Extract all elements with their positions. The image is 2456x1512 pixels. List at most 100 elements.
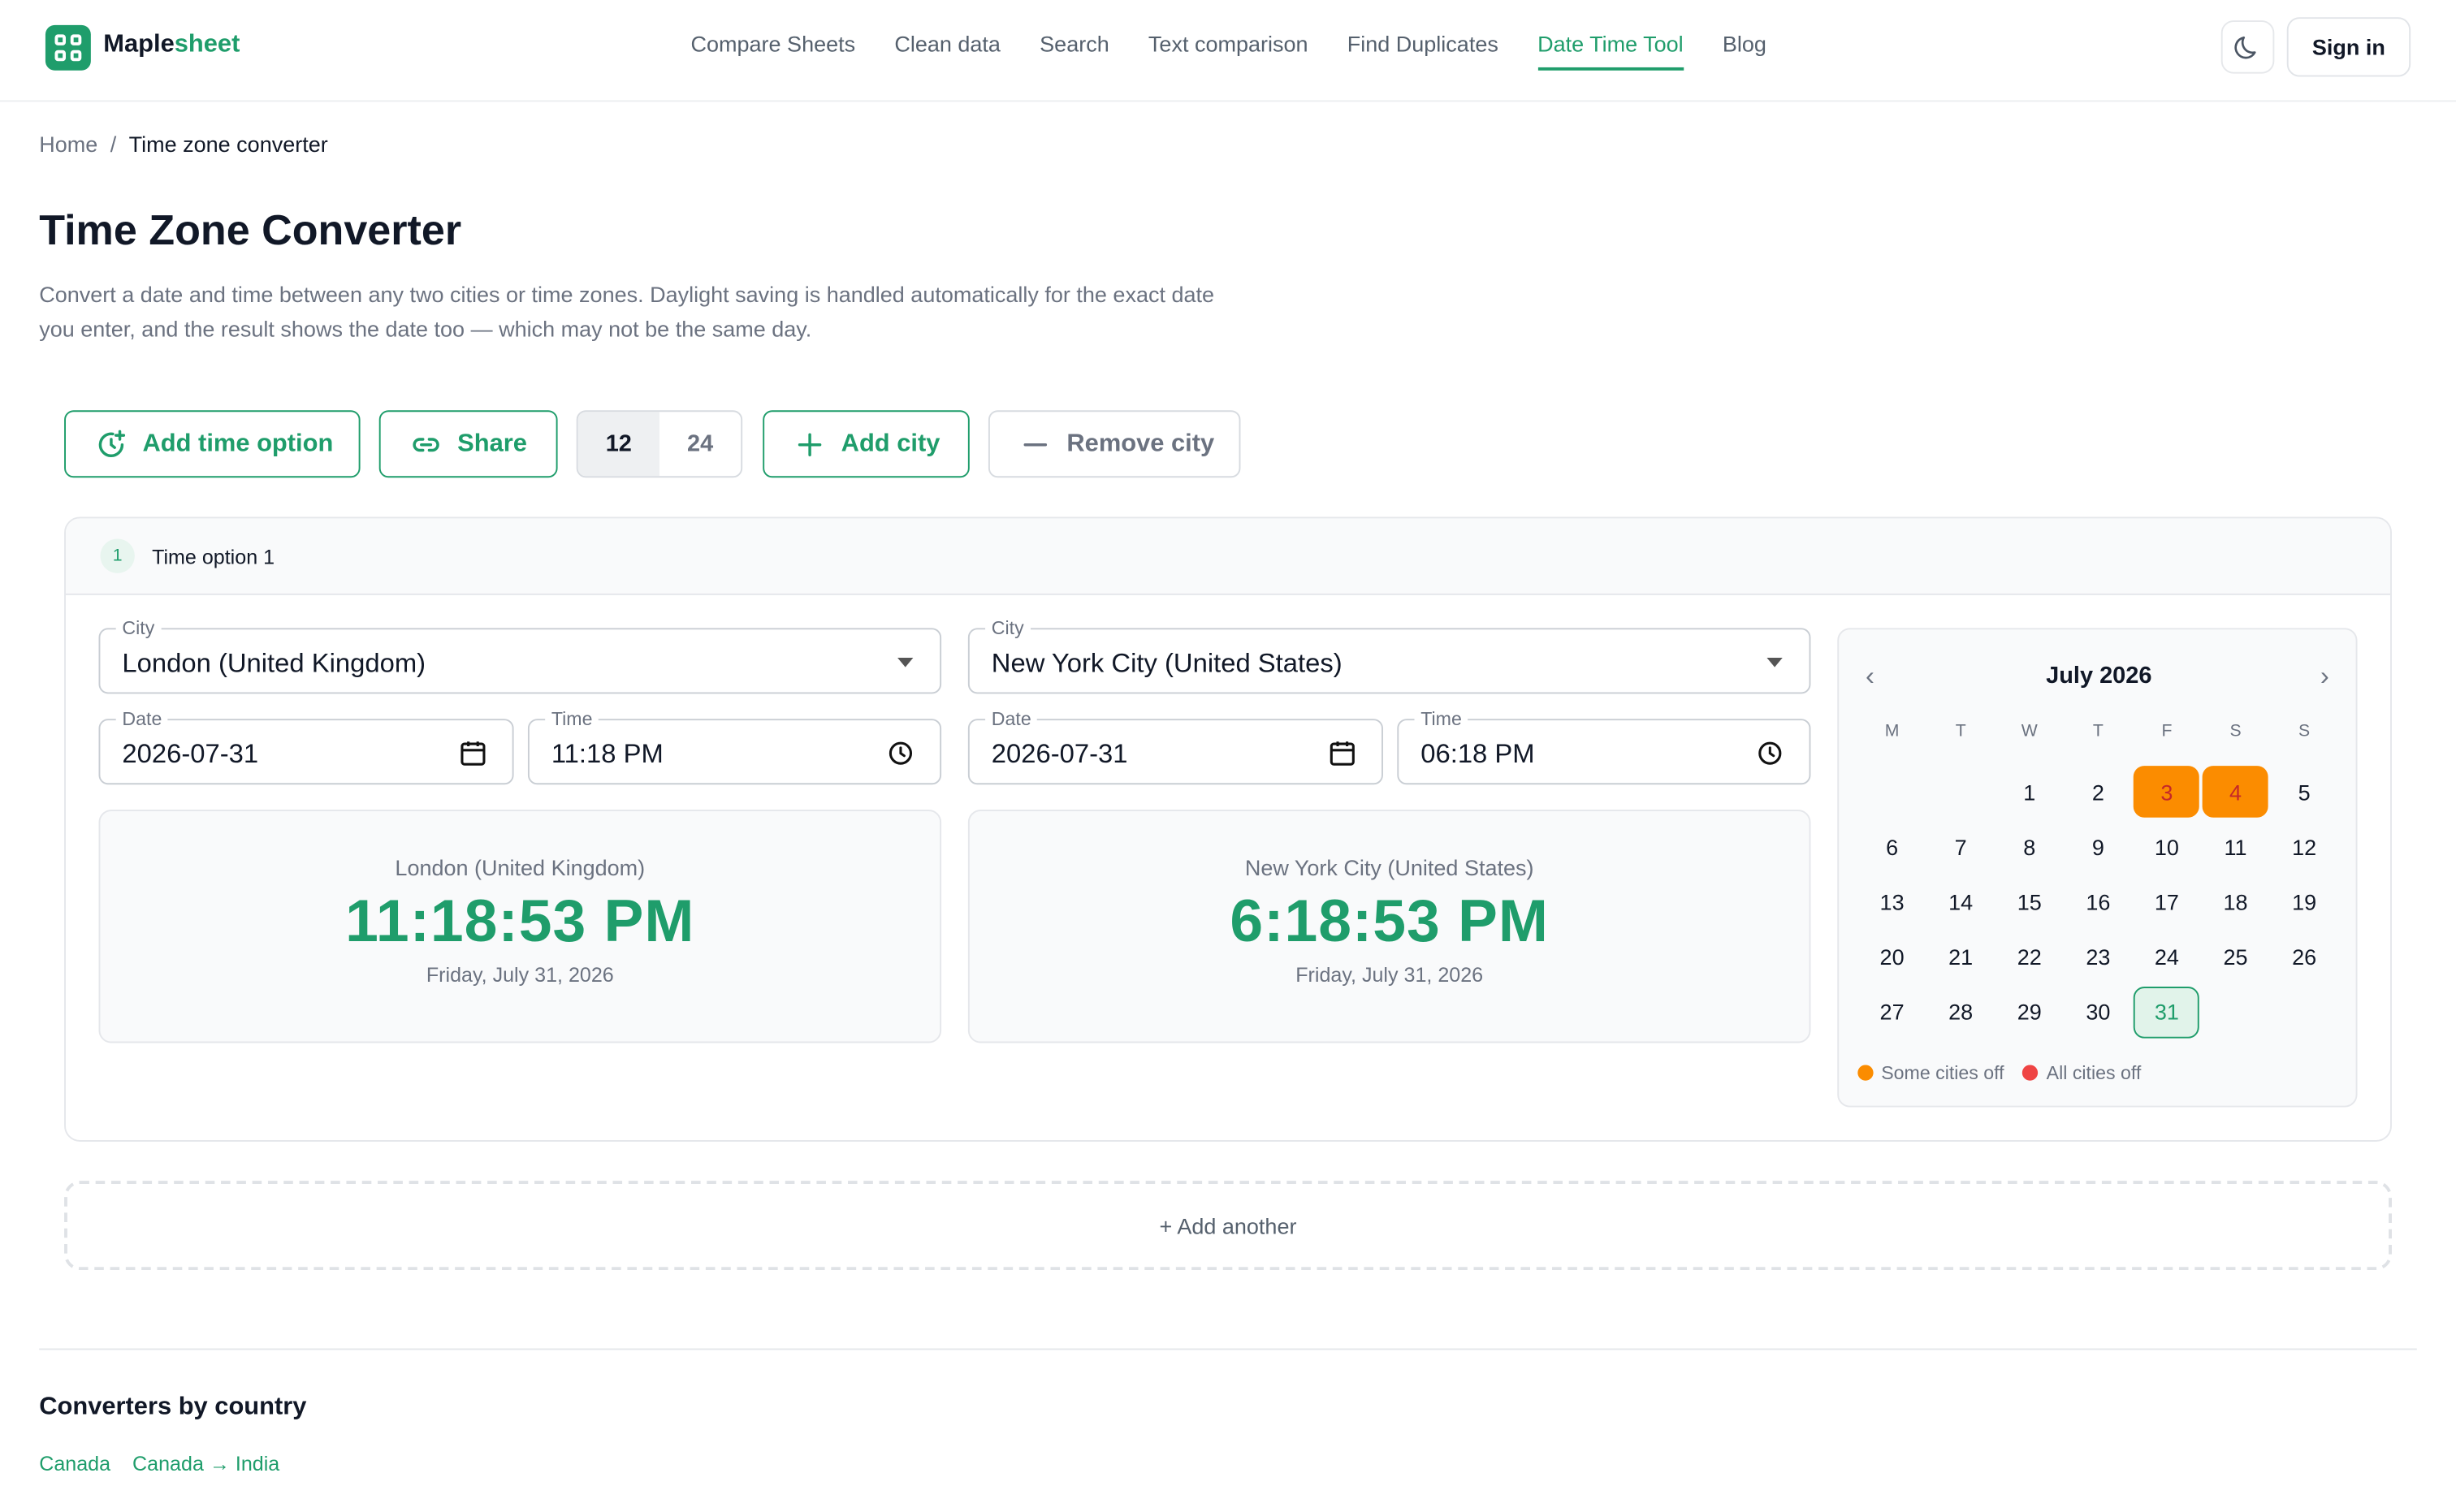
calendar-day-number: 12 xyxy=(2292,834,2317,860)
city-select-2[interactable]: City New York City (United States) xyxy=(967,616,1811,694)
clock-icon[interactable] xyxy=(887,739,915,767)
calendar-day-22[interactable]: 22 xyxy=(1995,930,2064,985)
result-date: Friday, July 31, 2026 xyxy=(1295,963,1484,987)
nav-date-time-tool[interactable]: Date Time Tool xyxy=(1537,32,1684,71)
calendar-day-13[interactable]: 13 xyxy=(1857,875,1926,930)
calendar-icon[interactable] xyxy=(459,739,487,767)
calendar-day-number: 14 xyxy=(1948,889,1974,915)
calendar-empty-cell xyxy=(1926,764,1996,819)
add-another-button[interactable]: + Add another xyxy=(64,1181,2392,1271)
calendar-day-16[interactable]: 16 xyxy=(2064,875,2133,930)
calendar-day-23[interactable]: 23 xyxy=(2064,930,2133,985)
calendar-day-7[interactable]: 7 xyxy=(1926,819,1996,875)
city-field-label: City xyxy=(985,616,1031,639)
date-input-1[interactable]: Date 2026-07-31 xyxy=(98,707,514,785)
calendar-day-17[interactable]: 17 xyxy=(2133,875,2202,930)
nav-find-duplicates[interactable]: Find Duplicates xyxy=(1347,32,1498,71)
calendar-icon[interactable] xyxy=(1328,739,1356,767)
calendar-day-6[interactable]: 6 xyxy=(1857,819,1926,875)
calendar-day-number: 10 xyxy=(2154,834,2179,860)
result-time: 6:18:53 PM xyxy=(1230,889,1549,956)
converter-link-canada[interactable]: Canada xyxy=(39,1452,110,1475)
calendar-weekday-row: M T W T F S S xyxy=(1857,722,2338,741)
calendar-day-21[interactable]: 21 xyxy=(1926,930,1996,985)
calendar-day-20[interactable]: 20 xyxy=(1857,930,1926,985)
calendar-day-19[interactable]: 19 xyxy=(2270,875,2339,930)
next-month-icon[interactable]: › xyxy=(2320,661,2329,693)
nav-text-comparison[interactable]: Text comparison xyxy=(1148,32,1308,71)
add-time-option-button[interactable]: Add time option xyxy=(64,410,361,478)
calendar-day-12[interactable]: 12 xyxy=(2270,819,2339,875)
calendar-day-30[interactable]: 30 xyxy=(2064,985,2133,1040)
page-title: Time Zone Converter xyxy=(39,206,462,254)
link-icon xyxy=(413,437,439,451)
calendar-day-number: 8 xyxy=(2023,834,2036,860)
breadcrumb-separator: / xyxy=(110,132,117,157)
calendar-day-number: 27 xyxy=(1879,1000,1905,1025)
calendar-day-3[interactable]: 3 xyxy=(2133,764,2202,819)
calendar-day-5[interactable]: 5 xyxy=(2270,764,2339,819)
calendar-day-25[interactable]: 25 xyxy=(2201,930,2270,985)
calendar-day-number: 19 xyxy=(2292,889,2317,915)
time-option-number-badge: 1 xyxy=(100,538,135,573)
calendar-day-number: 23 xyxy=(2086,944,2111,970)
calendar-day-26[interactable]: 26 xyxy=(2270,930,2339,985)
time-input-2[interactable]: Time 06:18 PM xyxy=(1397,707,1811,785)
orange-dot-icon xyxy=(1857,1065,1874,1081)
calendar-day-8[interactable]: 8 xyxy=(1995,819,2064,875)
calendar-day-number: 4 xyxy=(2203,766,2269,818)
nav-blog[interactable]: Blog xyxy=(1723,32,1766,71)
clock-icon[interactable] xyxy=(1756,739,1784,767)
time-input-1[interactable]: Time 11:18 PM xyxy=(527,707,942,785)
add-city-button[interactable]: Add city xyxy=(763,410,970,478)
calendar-day-number: 17 xyxy=(2154,889,2179,915)
nav-compare-sheets[interactable]: Compare Sheets xyxy=(691,32,856,71)
calendar-day-number: 18 xyxy=(2223,889,2248,915)
remove-city-button[interactable]: Remove city xyxy=(988,410,1241,478)
calendar-day-1[interactable]: 1 xyxy=(1995,764,2064,819)
calendar-day-27[interactable]: 27 xyxy=(1857,985,1926,1040)
date-field-label: Date xyxy=(985,707,1038,730)
format-24-option[interactable]: 24 xyxy=(659,412,741,476)
add-time-option-label: Add time option xyxy=(142,430,334,457)
calendar-day-31[interactable]: 31 xyxy=(2133,985,2202,1040)
calendar-day-number: 13 xyxy=(1879,889,1905,915)
calendar-day-28[interactable]: 28 xyxy=(1926,985,1996,1040)
calendar-day-24[interactable]: 24 xyxy=(2133,930,2202,985)
legend-some-cities-off: Some cities off xyxy=(1857,1062,2004,1084)
nav-clean-data[interactable]: Clean data xyxy=(894,32,1001,71)
calendar-day-number: 5 xyxy=(2298,779,2311,805)
converter-link-canada-india[interactable]: Canada → India xyxy=(132,1452,279,1475)
red-dot-icon xyxy=(2022,1065,2039,1081)
calendar-day-18[interactable]: 18 xyxy=(2201,875,2270,930)
calendar-day-10[interactable]: 10 xyxy=(2133,819,2202,875)
calendar-day-4[interactable]: 4 xyxy=(2201,764,2270,819)
sign-in-button[interactable]: Sign in xyxy=(2286,17,2411,77)
brand-name[interactable]: Maplesheet xyxy=(103,32,240,60)
nav-search[interactable]: Search xyxy=(1040,32,1109,71)
calendar-day-number: 28 xyxy=(1948,1000,1974,1025)
time-input-value: 11:18 PM xyxy=(551,739,664,769)
grid-logo-icon[interactable] xyxy=(45,24,91,71)
weekday-label: S xyxy=(2298,722,2311,741)
calendar-day-number: 25 xyxy=(2223,944,2248,970)
date-input-2[interactable]: Date 2026-07-31 xyxy=(967,707,1383,785)
share-button[interactable]: Share xyxy=(378,410,558,478)
format-12-option[interactable]: 12 xyxy=(577,412,659,477)
calendar-day-11[interactable]: 11 xyxy=(2201,819,2270,875)
calendar-day-2[interactable]: 2 xyxy=(2064,764,2133,819)
calendar-day-number: 15 xyxy=(2017,889,2042,915)
weekday-label: F xyxy=(2161,722,2173,741)
calendar-day-14[interactable]: 14 xyxy=(1926,875,1996,930)
weekday-label: W xyxy=(2021,722,2038,741)
calendar-day-15[interactable]: 15 xyxy=(1995,875,2064,930)
plus-icon xyxy=(798,432,822,456)
calendar-day-number: 24 xyxy=(2154,944,2179,970)
calendar-day-29[interactable]: 29 xyxy=(1995,985,2064,1040)
city-select-1[interactable]: City London (United Kingdom) xyxy=(98,616,942,694)
calendar-day-9[interactable]: 9 xyxy=(2064,819,2133,875)
weekday-label: S xyxy=(2229,722,2242,741)
theme-toggle-button[interactable] xyxy=(2220,20,2275,74)
time-field-label: Time xyxy=(1414,707,1468,730)
breadcrumb-home[interactable]: Home xyxy=(39,132,97,157)
